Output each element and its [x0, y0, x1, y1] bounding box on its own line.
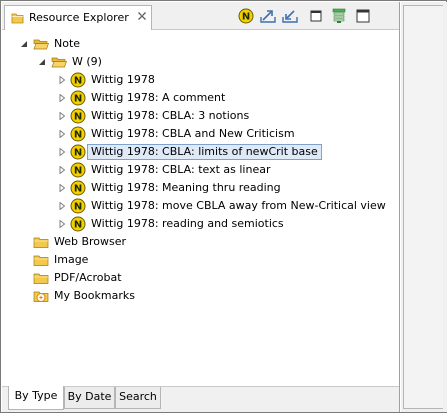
- view-title: Resource Explorer: [29, 11, 129, 24]
- note-label: Wittig 1978: move CBLA away from New-Cri…: [91, 199, 386, 212]
- tab-label: By Type: [14, 389, 58, 402]
- folder-icon: [11, 13, 24, 24]
- tree-item-note[interactable]: N Wittig 1978: CBLA and New Criticism: [2, 125, 398, 143]
- tab-label: Search: [119, 390, 157, 403]
- note-icon: N: [70, 90, 86, 106]
- tree-node-web-browser[interactable]: Web Browser: [2, 233, 398, 251]
- bookmark-folder-icon: [33, 291, 49, 302]
- tree-item-note[interactable]: N Wittig 1978: A comment: [2, 89, 398, 107]
- note-label: Wittig 1978: CBLA: 3 notions: [91, 109, 250, 122]
- tree-item-note[interactable]: N Wittig 1978: reading and semiotics: [2, 215, 398, 233]
- tree-item-note[interactable]: N Wittig 1978: CBLA: 3 notions: [2, 107, 398, 125]
- import-icon[interactable]: [282, 8, 298, 24]
- tree-node-note[interactable]: Note: [2, 35, 398, 53]
- svg-text:N: N: [74, 220, 82, 231]
- note-label: Wittig 1978: A comment: [91, 91, 226, 104]
- expanded-arrow-icon[interactable]: [20, 40, 28, 48]
- resource-tree[interactable]: Note W (9) N Wittig 1978 N Wittig 1978: …: [2, 32, 398, 380]
- tree-item-note[interactable]: N Wittig 1978: [2, 71, 398, 89]
- tab-resource-explorer[interactable]: Resource Explorer: [4, 5, 152, 30]
- tree-node-label: W (9): [72, 55, 102, 68]
- tree-node-label: Web Browser: [54, 235, 127, 248]
- tab-by-type[interactable]: By Type: [8, 386, 64, 410]
- note-label: Wittig 1978: reading and semiotics: [91, 217, 284, 230]
- collapsed-arrow-icon[interactable]: [58, 202, 66, 210]
- tree-node-image[interactable]: Image: [2, 251, 398, 269]
- tree-node-label: My Bookmarks: [54, 289, 135, 302]
- note-label: Wittig 1978: CBLA: limits of newCrit bas…: [87, 144, 322, 160]
- new-note-icon[interactable]: N: [238, 8, 254, 24]
- folder-icon: [33, 255, 49, 266]
- tree-node-label: Image: [54, 253, 89, 266]
- tree-item-note[interactable]: N Wittig 1978: move CBLA away from New-C…: [2, 197, 398, 215]
- collapsed-arrow-icon[interactable]: [58, 184, 66, 192]
- collapsed-arrow-icon[interactable]: [58, 94, 66, 102]
- note-label: Wittig 1978: Meaning thru reading: [91, 181, 281, 194]
- collapsed-arrow-icon[interactable]: [58, 130, 66, 138]
- note-icon: N: [70, 216, 86, 232]
- note-icon: N: [70, 72, 86, 88]
- tree-item-note[interactable]: N Wittig 1978: Meaning thru reading: [2, 179, 398, 197]
- tree-node-group-w[interactable]: W (9): [2, 53, 398, 71]
- folder-icon: [33, 273, 49, 284]
- svg-text:N: N: [74, 148, 82, 159]
- tab-label: By Date: [67, 390, 112, 403]
- close-icon[interactable]: [136, 10, 148, 22]
- collapsed-arrow-icon[interactable]: [58, 112, 66, 120]
- folder-icon: [33, 237, 49, 248]
- note-icon: N: [70, 198, 86, 214]
- bottom-tab-bar: By Type By Date Search: [2, 386, 399, 412]
- note-icon: N: [70, 162, 86, 178]
- window-frame: Resource Explorer N Note W (9) N Wittig …: [0, 0, 447, 413]
- svg-text:N: N: [74, 112, 82, 123]
- collapsed-arrow-icon[interactable]: [58, 166, 66, 174]
- resource-explorer-view: Resource Explorer N Note W (9) N Wittig …: [2, 2, 400, 412]
- svg-text:N: N: [242, 12, 250, 23]
- note-icon: N: [70, 126, 86, 142]
- note-icon: N: [70, 144, 86, 160]
- tree-node-pdf-acrobat[interactable]: PDF/Acrobat: [2, 269, 398, 287]
- expanded-arrow-icon[interactable]: [38, 58, 46, 66]
- note-label: Wittig 1978: CBLA and New Criticism: [91, 127, 295, 140]
- svg-text:N: N: [74, 166, 82, 177]
- editor-area: [401, 2, 447, 412]
- svg-text:N: N: [74, 76, 82, 87]
- editor-area-panel: [403, 5, 443, 409]
- minimize-icon[interactable]: [308, 8, 324, 24]
- note-icon: N: [70, 180, 86, 196]
- open-folder-icon: [51, 57, 67, 68]
- filter-icon[interactable]: [331, 8, 347, 24]
- open-folder-icon: [33, 39, 49, 50]
- svg-text:N: N: [74, 184, 82, 195]
- tree-node-label: Note: [54, 37, 81, 50]
- tab-search[interactable]: Search: [115, 387, 161, 409]
- view-header: Resource Explorer N: [2, 2, 399, 30]
- tree-item-note[interactable]: N Wittig 1978: CBLA: text as linear: [2, 161, 398, 179]
- export-icon[interactable]: [260, 8, 276, 24]
- collapsed-arrow-icon[interactable]: [58, 220, 66, 228]
- svg-text:N: N: [74, 202, 82, 213]
- tree-item-note-selected[interactable]: N Wittig 1978: CBLA: limits of newCrit b…: [2, 143, 398, 161]
- collapsed-arrow-icon[interactable]: [58, 148, 66, 156]
- tree-node-label: PDF/Acrobat: [54, 271, 122, 284]
- note-label: Wittig 1978: CBLA: text as linear: [91, 163, 271, 176]
- note-icon: N: [70, 108, 86, 124]
- tab-by-date[interactable]: By Date: [64, 387, 115, 409]
- maximize-icon[interactable]: [355, 8, 371, 24]
- tree-node-my-bookmarks[interactable]: My Bookmarks: [2, 287, 398, 305]
- svg-text:N: N: [74, 130, 82, 141]
- svg-text:N: N: [74, 94, 82, 105]
- note-label: Wittig 1978: [91, 73, 155, 86]
- collapsed-arrow-icon[interactable]: [58, 76, 66, 84]
